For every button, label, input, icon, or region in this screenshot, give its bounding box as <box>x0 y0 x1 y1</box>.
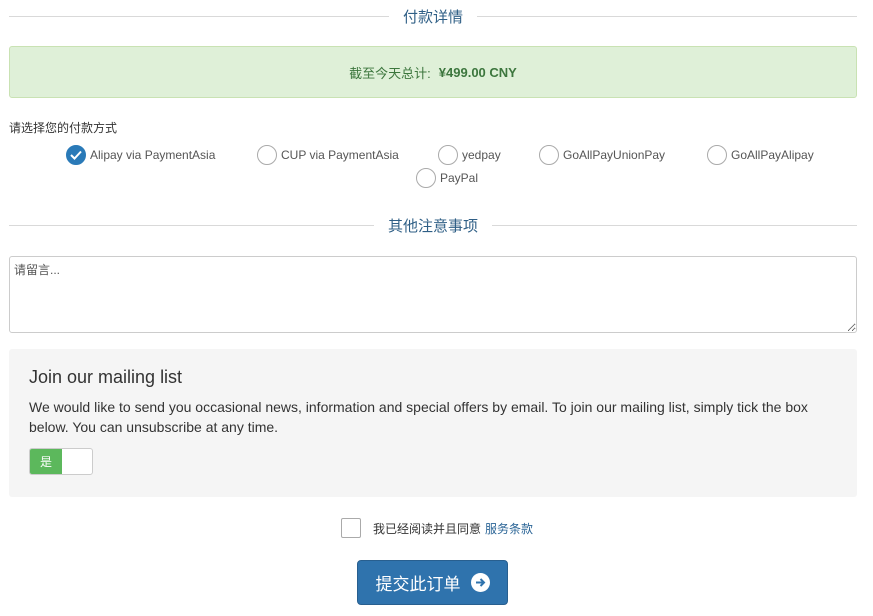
radio-unchecked-icon <box>438 145 458 165</box>
radio-goallpay-unionpay[interactable]: GoAllPayUnionPay <box>539 145 665 165</box>
payment-details-header: 付款详情 <box>9 5 858 27</box>
arrow-right-circle-icon <box>470 573 490 592</box>
mailing-list-toggle[interactable]: 是 <box>29 448 93 475</box>
radio-cup-paymentasia[interactable]: CUP via PaymentAsia <box>257 145 399 165</box>
notes-header: 其他注意事项 <box>9 214 858 236</box>
radio-label: GoAllPayUnionPay <box>563 148 666 162</box>
total-due-alert: 截至今天总计: ¥499.00 CNY <box>9 46 857 98</box>
radio-yedpay[interactable]: yedpay <box>438 145 501 165</box>
radio-unchecked-icon <box>539 145 559 165</box>
total-label: 截至今天总计: <box>349 65 431 81</box>
mailing-list-panel: Join our mailing list We would like to s… <box>9 349 857 497</box>
radio-label: CUP via PaymentAsia <box>281 148 399 162</box>
terms-of-service-link[interactable]: 服务条款 <box>485 520 533 537</box>
radio-goallpay-alipay[interactable]: GoAllPayAlipay <box>707 145 814 165</box>
submit-order-button[interactable]: 提交此订单 <box>357 560 508 605</box>
terms-text: 我已经阅读并且同意 <box>373 521 482 536</box>
divider <box>9 224 374 226</box>
mailing-list-title: Join our mailing list <box>29 367 183 387</box>
radio-alipay-paymentasia[interactable]: Alipay via PaymentAsia <box>66 145 215 165</box>
payment-details-title: 付款详情 <box>403 8 464 26</box>
notes-title: 其他注意事项 <box>388 217 479 235</box>
mailing-list-description: We would like to send you occasional new… <box>29 399 808 435</box>
toggle-on-label: 是 <box>30 449 62 474</box>
radio-unchecked-icon <box>707 145 727 165</box>
terms-agreement: 我已经阅读并且同意 服务条款 <box>341 518 533 538</box>
divider <box>477 15 858 17</box>
total-amount: ¥499.00 CNY <box>438 64 517 80</box>
radio-unchecked-icon <box>257 145 277 165</box>
radio-paypal[interactable]: PayPal <box>416 168 478 188</box>
radio-label: PayPal <box>440 171 479 185</box>
notes-textarea[interactable] <box>9 256 857 333</box>
divider <box>9 15 389 17</box>
radio-checked-icon <box>66 145 86 165</box>
radio-label: GoAllPayAlipay <box>731 148 814 162</box>
checkout-page: 付款详情 截至今天总计: ¥499.00 CNY 请选择您的付款方式 Alipa… <box>0 0 873 616</box>
submit-label: 提交此订单 <box>375 575 461 594</box>
payment-method-label: 请选择您的付款方式 <box>9 121 118 135</box>
divider <box>492 224 858 226</box>
radio-label: Alipay via PaymentAsia <box>90 148 216 162</box>
radio-unchecked-icon <box>416 168 436 188</box>
terms-checkbox[interactable] <box>341 518 361 538</box>
radio-label: yedpay <box>462 148 501 162</box>
